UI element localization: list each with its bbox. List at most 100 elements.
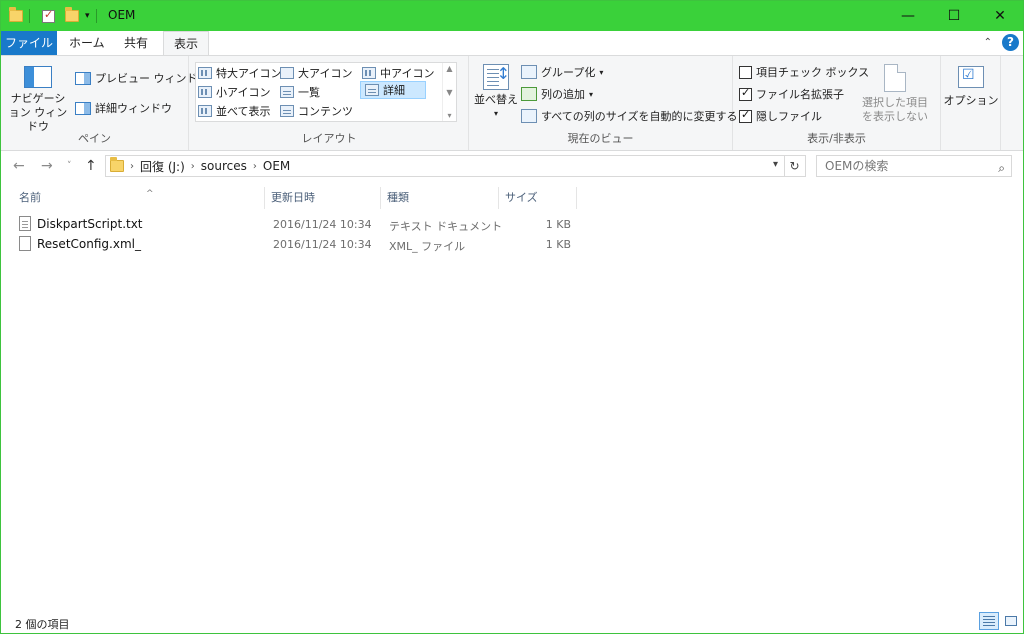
layout-list[interactable]: 一覧 <box>280 83 320 101</box>
properties-icon[interactable] <box>42 8 55 23</box>
list-icon <box>280 86 294 98</box>
layout-medium-icons[interactable]: 中アイコン <box>362 64 434 82</box>
breadcrumb-separator-icon[interactable]: › <box>191 161 195 172</box>
customize-toolbar-chevron-icon[interactable]: ▾ <box>85 11 90 21</box>
file-date: 2016/11/24 10:34 <box>273 218 372 231</box>
item-checkboxes-toggle[interactable]: 項目チェック ボックス <box>739 64 869 80</box>
separator <box>29 9 30 23</box>
sort-by-label: 並べ替え <box>474 93 518 106</box>
layout-label: 小アイコン <box>216 86 271 99</box>
group-by-label: グループ化 <box>541 66 596 79</box>
tab-view[interactable]: 表示 <box>163 31 210 56</box>
layout-gallery-scroll[interactable]: ▲ ▼ ▾ <box>442 63 456 121</box>
breadcrumb-separator-icon[interactable]: › <box>253 161 257 172</box>
close-button[interactable]: ✕ <box>977 1 1023 31</box>
minimize-button[interactable]: — <box>885 1 931 31</box>
file-list: ^ 名前 更新日時 種類 サイズ DiskpartScript.txt 2016… <box>1 183 1023 607</box>
back-arrow-icon[interactable]: ← <box>13 158 25 174</box>
address-dropdown-chevron-icon[interactable]: ▾ <box>773 159 778 170</box>
layout-details[interactable]: 詳細 <box>360 81 426 99</box>
window-title: OEM <box>108 8 136 22</box>
search-input[interactable]: OEMの検索 ⌕ <box>816 155 1012 177</box>
column-header-size[interactable]: サイズ <box>499 187 577 209</box>
maximize-button[interactable]: ☐ <box>931 1 977 31</box>
file-row[interactable]: ResetConfig.xml_ 2016/11/24 10:34 XML_ フ… <box>19 235 579 255</box>
file-extensions-toggle[interactable]: ファイル名拡張子 <box>739 86 844 102</box>
ribbon-controls: ⌃ ? <box>984 34 1019 51</box>
folder-icon <box>110 157 124 172</box>
file-extensions-label: ファイル名拡張子 <box>756 88 844 101</box>
large-icons-view-button[interactable] <box>1001 612 1021 630</box>
navigation-pane-button[interactable]: ナビゲーション ウィンドウ <box>7 66 69 134</box>
column-header-date[interactable]: 更新日時 <box>265 187 381 209</box>
recent-locations-chevron-icon[interactable]: ˅ <box>67 161 72 171</box>
layout-small-icons[interactable]: 小アイコン <box>198 83 270 101</box>
group-panes: ナビゲーション ウィンドウ プレビュー ウィンドウ 詳細ウィンドウ ペイン <box>1 56 209 150</box>
forward-arrow-icon[interactable]: → <box>41 158 53 174</box>
layout-label: 並べて表示 <box>216 105 271 118</box>
scroll-up-icon[interactable]: ▲ <box>446 64 452 73</box>
options-button[interactable]: オプション <box>943 66 999 108</box>
tab-home[interactable]: ホーム <box>59 31 115 55</box>
hide-selected-button[interactable]: 選択した項目を表示しない <box>857 64 933 124</box>
up-arrow-icon[interactable]: ↑ <box>85 158 97 174</box>
collapse-ribbon-icon[interactable]: ⌃ <box>984 37 992 48</box>
sort-by-button[interactable]: 並べ替え ▾ <box>473 64 519 121</box>
file-date: 2016/11/24 10:34 <box>273 238 372 251</box>
layout-label: 詳細 <box>383 84 405 97</box>
breadcrumb-separator-icon[interactable]: › <box>130 161 134 172</box>
tab-file[interactable]: ファイル <box>1 31 57 55</box>
refresh-button[interactable]: ↻ <box>784 155 806 177</box>
hidden-items-toggle[interactable]: 隠しファイル <box>739 108 822 124</box>
scroll-down-icon[interactable]: ▼ <box>446 88 452 97</box>
file-icon <box>19 236 31 251</box>
layout-label: 一覧 <box>298 86 320 99</box>
breadcrumb-sources[interactable]: sources <box>201 159 247 173</box>
layout-content[interactable]: コンテンツ <box>280 102 353 120</box>
help-icon[interactable]: ? <box>1002 34 1019 51</box>
new-folder-icon[interactable] <box>65 7 79 22</box>
layout-tiles[interactable]: 並べて表示 <box>198 102 271 120</box>
column-header-type[interactable]: 種類 <box>381 187 499 209</box>
sort-ascending-icon: ^ <box>146 189 154 199</box>
group-show-hide: 項目チェック ボックス ファイル名拡張子 隠しファイル 選択した項目を表示しない… <box>733 56 941 150</box>
add-columns-button[interactable]: 列の追加 ▾ <box>521 86 593 102</box>
details-view-button[interactable] <box>979 612 999 630</box>
group-label-show-hide: 表示/非表示 <box>807 132 866 145</box>
chevron-down-icon: ▾ <box>599 67 604 77</box>
file-row[interactable]: DiskpartScript.txt 2016/11/24 10:34 テキスト… <box>19 215 579 235</box>
file-size: 1 KB <box>545 238 571 251</box>
file-size: 1 KB <box>545 218 571 231</box>
hidden-items-label: 隠しファイル <box>756 110 822 123</box>
tab-share[interactable]: 共有 <box>114 31 158 55</box>
expand-gallery-icon[interactable]: ▾ <box>447 111 451 120</box>
layout-label: コンテンツ <box>298 105 353 118</box>
layout-label: 特大アイコン <box>216 67 282 80</box>
details-pane-label: 詳細ウィンドウ <box>95 102 172 115</box>
ribbon-tabs: ファイル ホーム 共有 表示 ⌃ ? <box>1 31 1023 56</box>
sort-icon <box>483 64 510 90</box>
column-header-name[interactable]: ^ 名前 <box>13 187 265 209</box>
layout-label: 中アイコン <box>380 67 435 80</box>
address-bar[interactable]: › 回復 (J:) › sources › OEM ▾ <box>105 155 785 177</box>
group-label-current-view: 現在のビュー <box>567 132 634 145</box>
group-label-layout: レイアウト <box>301 132 357 145</box>
extra-large-icons-icon <box>198 67 212 79</box>
navigation-pane-label: ナビゲーション ウィンドウ <box>8 92 68 133</box>
group-by-button[interactable]: グループ化 ▾ <box>521 64 603 80</box>
breadcrumb-drive[interactable]: 回復 (J:) <box>140 158 185 175</box>
file-name: ResetConfig.xml_ <box>37 236 141 251</box>
file-type: XML_ ファイル <box>389 240 466 253</box>
hidden-items-checkbox[interactable] <box>739 108 752 123</box>
item-checkboxes-checkbox[interactable] <box>739 65 752 79</box>
file-extensions-checkbox[interactable] <box>739 86 752 101</box>
item-count: 2 個の項目 <box>15 618 70 631</box>
layout-extra-large-icons[interactable]: 特大アイコン <box>198 64 281 82</box>
size-all-columns-button[interactable]: すべての列のサイズを自動的に変更する <box>521 108 737 124</box>
details-pane-button[interactable]: 詳細ウィンドウ <box>75 100 172 116</box>
breadcrumb-oem[interactable]: OEM <box>263 159 290 173</box>
content-icon <box>280 105 294 117</box>
title-bar: ▾ OEM — ☐ ✕ <box>1 1 1023 31</box>
layout-large-icons[interactable]: 大アイコン <box>280 64 352 82</box>
column-name-label: 名前 <box>19 191 41 204</box>
